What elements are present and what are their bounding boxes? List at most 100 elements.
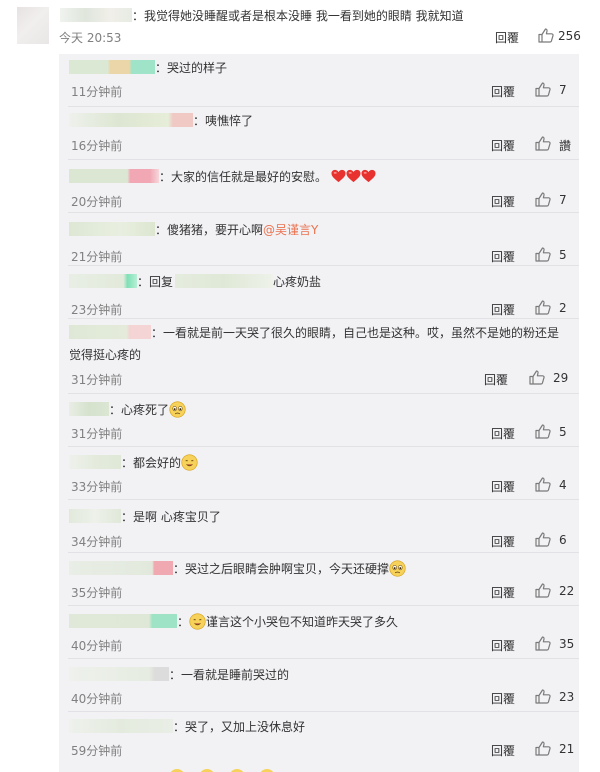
smile-face-emoji	[189, 613, 206, 630]
reply-button[interactable]: 回覆	[491, 193, 515, 210]
reply-text: ：傻猪猪，要开心啊	[155, 223, 264, 237]
like-count: 讚	[559, 139, 572, 153]
reply-time: 40分钟前	[71, 639, 123, 653]
reply-text: ：哭过之后眼睛会肿啊宝贝，今天还硬撑	[173, 562, 390, 576]
comment-time: 今天 20:53	[59, 31, 122, 45]
thumbs-up-icon[interactable]	[535, 636, 551, 651]
username-blurred[interactable]	[69, 222, 155, 236]
sad-face-emoji	[169, 401, 186, 418]
like-count: 256	[558, 29, 581, 43]
reply-item: ：回复 心疼奶盐 23分钟前 回覆 2	[59, 266, 579, 319]
username-blurred[interactable]	[69, 614, 177, 628]
heart-emoji	[346, 169, 361, 183]
reply-button[interactable]: 回覆	[491, 137, 515, 154]
reply-button[interactable]: 回覆	[491, 533, 515, 550]
reply-time: 40分钟前	[71, 692, 123, 706]
thumbs-up-icon[interactable]	[535, 192, 551, 207]
thumbs-up-icon[interactable]	[535, 741, 551, 756]
reply-button[interactable]: 回覆	[491, 83, 515, 100]
like-count: 21	[559, 742, 575, 756]
thumbs-up-icon[interactable]	[538, 28, 554, 43]
reply-button[interactable]: 回覆	[491, 478, 515, 495]
reply-item: ：心疼死了 31分钟前 回覆 5	[59, 394, 579, 447]
reply-button[interactable]: 回覆	[491, 637, 515, 654]
reply-button[interactable]: 回覆	[491, 425, 515, 442]
reply-item: ：都会好的 33分钟前 回覆 4	[59, 447, 579, 500]
reply-text-line: ：回复 心疼奶盐	[69, 274, 321, 289]
reply-button[interactable]: 回覆	[491, 742, 515, 759]
reply-text-line: ：一看就是前一天哭了很久的眼睛，自己也是这种。哎，虽然不是她的粉还是觉得挺心疼的	[69, 322, 569, 366]
thumbs-up-icon[interactable]	[535, 136, 551, 151]
heart-emoji	[331, 169, 346, 183]
username-blurred[interactable]	[69, 325, 151, 339]
thumbs-up-icon[interactable]	[535, 583, 551, 598]
like-count: 2	[559, 301, 567, 315]
thumbs-up-icon[interactable]	[535, 82, 551, 97]
thumbs-up-icon[interactable]	[535, 300, 551, 315]
reply-time: 20分钟前	[71, 195, 123, 209]
reply-text-line: ：大家的信任就是最好的安慰。	[69, 169, 376, 184]
reply-time: 31分钟前	[71, 427, 123, 441]
username-blurred[interactable]	[69, 113, 193, 127]
thumbs-up-icon[interactable]	[535, 689, 551, 704]
username-blurred[interactable]	[69, 402, 109, 416]
reply-text-line: ：是啊 心疼宝贝了	[69, 509, 221, 524]
reply-button[interactable]: 回覆	[491, 584, 515, 601]
reply-time: 31分钟前	[71, 373, 123, 387]
username-blurred[interactable]	[69, 274, 137, 288]
reply-button[interactable]: 回覆	[491, 301, 515, 318]
reply-text: ：心疼死了	[109, 403, 170, 417]
reply-text-line: ：哭过的样子	[69, 60, 227, 75]
like-count: 5	[559, 248, 567, 262]
reply-text-line: ：咦憔悴了	[69, 113, 253, 128]
reply-item: ：谨言这个小哭包不知道昨天哭了多久 40分钟前 回覆 35	[59, 606, 579, 659]
username-blurred[interactable]	[69, 455, 121, 469]
thumbs-up-icon[interactable]	[535, 424, 551, 439]
reply-list: ：哭过的样子 11分钟前 回覆 7 ：咦憔悴了 16分钟前 回覆 讚 ：大家的信…	[59, 54, 579, 772]
sad-face-emoji	[389, 560, 406, 577]
reply-time: 34分钟前	[71, 535, 123, 549]
username-blurred[interactable]	[60, 8, 132, 22]
like-count: 29	[553, 371, 569, 385]
reply-text: ：都会好的	[121, 456, 182, 470]
smile-face-emoji	[181, 454, 198, 471]
mention-link[interactable]: @吴谨言Y	[263, 223, 318, 237]
avatar[interactable]	[17, 7, 49, 44]
reply-text-line: ：一看就是睡前哭过的	[69, 667, 289, 682]
reply-text: ：哭过的样子	[155, 61, 228, 75]
thumbs-up-icon[interactable]	[535, 532, 551, 547]
reply-button[interactable]: 回覆	[484, 371, 508, 388]
reply-time: 23分钟前	[71, 303, 123, 317]
username-blurred[interactable]	[69, 719, 173, 733]
like-count: 4	[559, 478, 567, 492]
reply-time: 35分钟前	[71, 586, 123, 600]
reply-item: ：哭过的样子 11分钟前 回覆 7	[59, 54, 579, 107]
heart-emoji	[361, 169, 376, 183]
thumbs-up-icon[interactable]	[529, 370, 545, 385]
username-blurred[interactable]	[69, 509, 121, 523]
like-count: 7	[559, 83, 567, 97]
like-count: 35	[559, 637, 575, 651]
reply-button[interactable]: 回覆	[495, 29, 519, 46]
reply-button[interactable]: 回覆	[491, 690, 515, 707]
reply-item: ：哭了，又加上没休息好 59分钟前 回覆 21	[59, 712, 579, 765]
reply-time: 21分钟前	[71, 250, 123, 264]
username-blurred[interactable]	[69, 561, 173, 575]
reply-item: ：咦憔悴了 16分钟前 回覆 讚	[59, 107, 579, 160]
thumbs-up-icon[interactable]	[535, 477, 551, 492]
reply-text: 谨言这个小哭包不知道昨天哭了多久	[206, 615, 399, 629]
reply-text: ：回复	[137, 275, 174, 289]
username-blurred[interactable]	[175, 274, 274, 288]
main-comment-text-line: ：我觉得她没睡醒或者是根本没睡 我一看到她的眼睛 我就知道	[60, 7, 464, 24]
like-count: 6	[559, 533, 567, 547]
thumbs-up-icon[interactable]	[535, 247, 551, 262]
reply-item: ：傻猪猪，要开心啊@吴谨言Y 21分钟前 回覆 5	[59, 213, 579, 266]
next-reply-emoji-row-partial	[169, 764, 329, 772]
username-blurred[interactable]	[69, 60, 155, 74]
like-count: 5	[559, 425, 567, 439]
username-blurred[interactable]	[69, 169, 159, 183]
comment-text: ：我觉得她没睡醒或者是根本没睡 我一看到她的眼睛 我就知道	[132, 9, 464, 23]
username-blurred[interactable]	[69, 667, 169, 681]
reply-button[interactable]: 回覆	[491, 248, 515, 265]
reply-item: ：一看就是前一天哭了很久的眼睛，自己也是这种。哎，虽然不是她的粉还是觉得挺心疼的…	[59, 319, 579, 394]
